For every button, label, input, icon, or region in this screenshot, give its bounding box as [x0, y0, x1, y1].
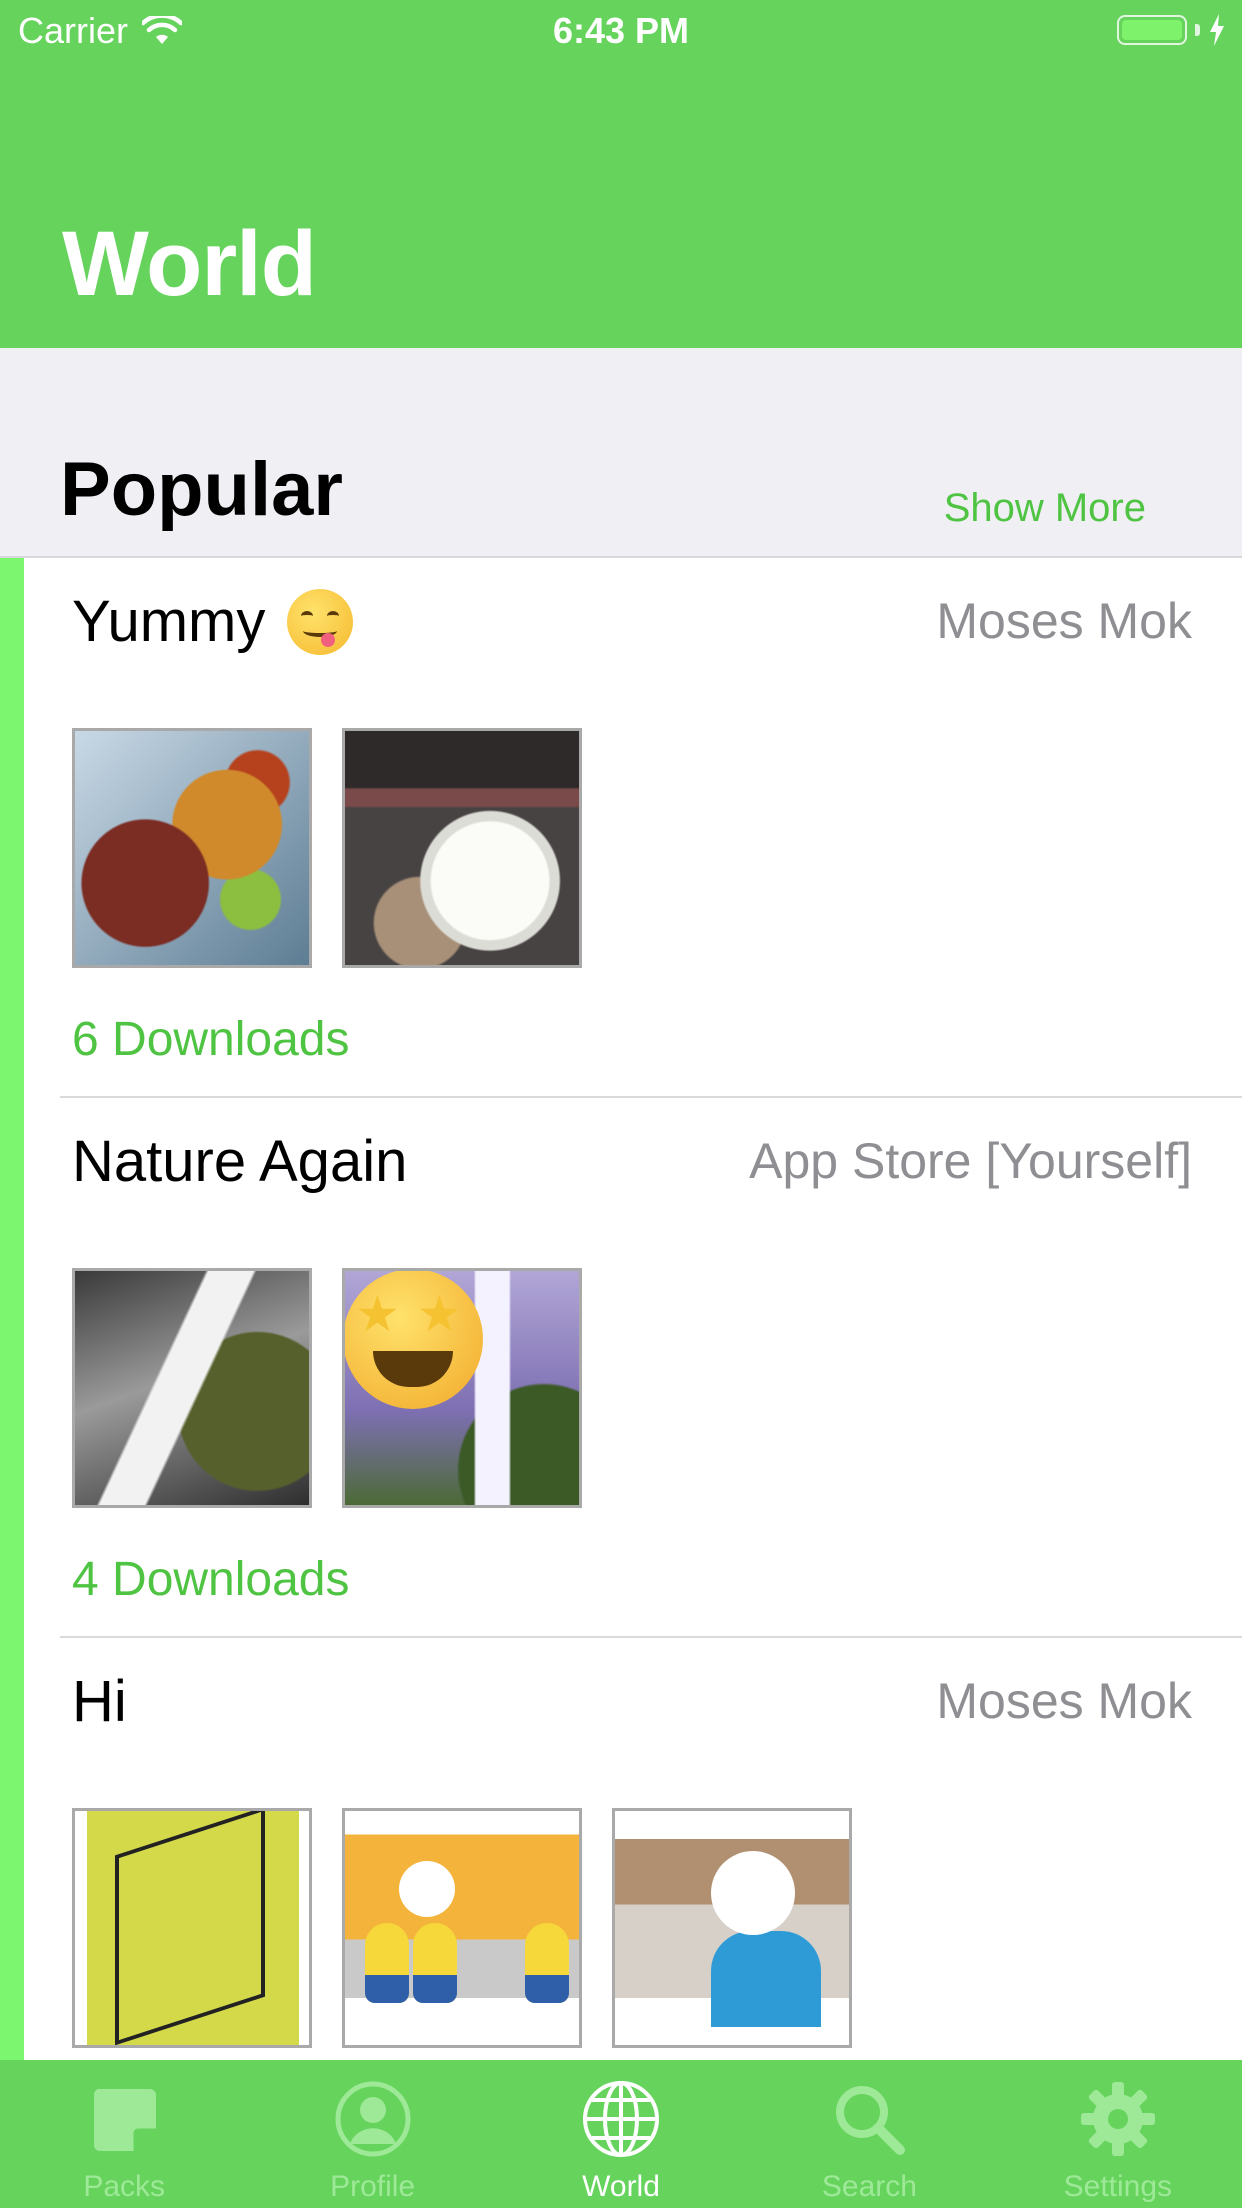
battery-indicator	[1117, 14, 1226, 46]
pack-title: Yummy	[72, 588, 354, 655]
sticker-icon	[83, 2078, 165, 2160]
packs-list[interactable]: Yummy Moses Mok 6 Downloads Nature Again…	[0, 558, 1242, 2060]
charging-bolt-icon	[1210, 14, 1224, 46]
navigation-header: Carrier 6:43 PM World	[0, 0, 1242, 348]
star-struck-emoji-icon: ★ ★	[345, 1271, 483, 1409]
globe-icon	[580, 2078, 662, 2160]
pack-downloads: 6 Downloads	[72, 1013, 350, 1066]
tab-settings[interactable]: Settings	[994, 2060, 1242, 2208]
yum-face-icon	[287, 588, 354, 655]
gear-icon	[1077, 2078, 1159, 2160]
tab-label: Profile	[330, 2170, 416, 2203]
show-more-button[interactable]: Show More	[944, 486, 1146, 531]
pack-author: Moses Mok	[936, 1673, 1192, 1729]
status-time: 6:43 PM	[552, 10, 690, 51]
tab-label: World	[582, 2170, 660, 2203]
section-title: Popular	[60, 447, 343, 532]
food-ribs-fries-photo[interactable]	[72, 728, 312, 968]
tab-packs[interactable]: Packs	[0, 2060, 248, 2208]
tab-profile[interactable]: Profile	[248, 2060, 496, 2208]
pack-row-nature-again[interactable]: Nature Again App Store [Yourself] ★ ★ 4 D…	[0, 1098, 1242, 1638]
search-icon	[828, 2078, 910, 2160]
minions-photo[interactable]	[342, 1808, 582, 2048]
pack-title-text: Yummy	[72, 589, 266, 654]
pack-title: Hi	[72, 1668, 127, 1735]
hi-drawing-photo[interactable]	[72, 1808, 312, 2048]
tab-world[interactable]: World	[497, 2060, 745, 2208]
tab-search[interactable]: Search	[745, 2060, 993, 2208]
status-bar: Carrier 6:43 PM	[0, 0, 1242, 62]
page-title: World	[62, 213, 317, 315]
pack-title: Nature Again	[72, 1128, 407, 1195]
waterfall-photo[interactable]	[72, 1268, 312, 1508]
pack-downloads: 4 Downloads	[72, 1553, 350, 1606]
food-rice-bowl-photo[interactable]	[342, 728, 582, 968]
tab-bar: Packs Profile World Search Settings	[0, 2060, 1242, 2208]
pack-row-hi[interactable]: Hi Moses Mok	[0, 1638, 1242, 2060]
section-header-popular: Popular Show More	[0, 348, 1242, 558]
pack-author: Moses Mok	[936, 593, 1192, 649]
tab-label: Settings	[1063, 2170, 1173, 2203]
pack-thumbnails	[72, 1808, 852, 2048]
battery-icon	[1117, 15, 1187, 45]
row-accent-bar	[0, 1098, 24, 1638]
row-accent-bar	[0, 558, 24, 1098]
pack-thumbnails	[72, 728, 582, 968]
row-accent-bar	[0, 1638, 24, 2060]
pack-thumbnails: ★ ★	[72, 1268, 582, 1508]
tab-label: Packs	[83, 2170, 166, 2203]
pack-title-text: Nature Again	[72, 1129, 408, 1194]
pack-row-yummy[interactable]: Yummy Moses Mok 6 Downloads	[0, 558, 1242, 1098]
pack-author: App Store [Yourself]	[749, 1133, 1192, 1189]
person-icon	[332, 2078, 414, 2160]
pack-title-text: Hi	[72, 1669, 127, 1734]
star-struck-waterfall-sticker[interactable]: ★ ★	[342, 1268, 582, 1508]
tab-label: Search	[821, 2170, 917, 2203]
restaurant-kid-photo[interactable]	[612, 1808, 852, 2048]
